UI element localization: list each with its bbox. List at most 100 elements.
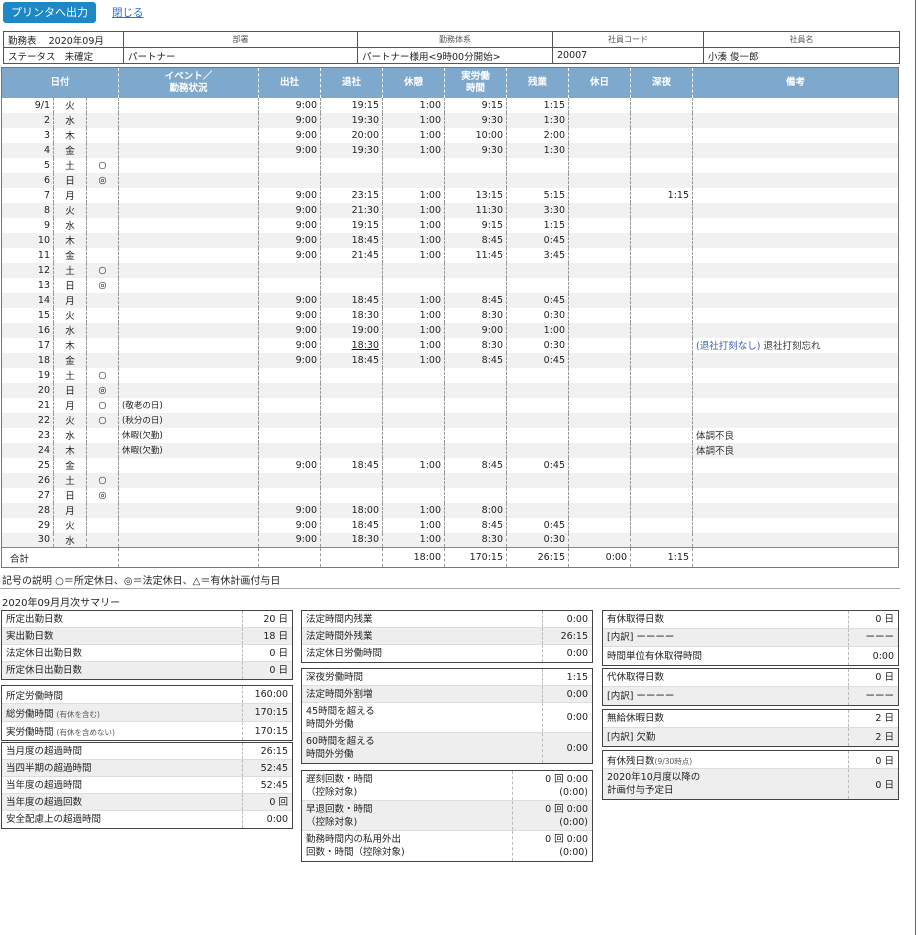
summary-value: 20 日	[242, 611, 292, 627]
cell-ngt	[630, 322, 693, 338]
cell-in: 9:00	[258, 337, 321, 353]
cell-out: 18:00	[320, 502, 383, 518]
summary-row: 代休取得日数 0 日	[603, 669, 898, 687]
summary-value: 0 日	[242, 645, 292, 661]
summary-label: [内訳] ーーーー	[607, 632, 675, 643]
total-ngt: 1:15	[630, 547, 693, 568]
cell-m	[86, 427, 119, 443]
cell-hol	[568, 322, 631, 338]
table-row: 12 土 ○	[1, 262, 899, 278]
col-in: 出社	[258, 67, 321, 98]
summary-row: 法定時間内残業 0:00	[302, 611, 592, 628]
summary-label: [内訳] 欠勤	[607, 731, 656, 743]
cell-note: 体調不良	[692, 442, 899, 458]
cell-out	[320, 412, 383, 428]
cell-e	[118, 277, 259, 293]
table-row: 26 土 ○	[1, 472, 899, 488]
cell-ngt	[630, 502, 693, 518]
cell-work	[444, 262, 507, 278]
cell-hol	[568, 232, 631, 248]
cell-w: 水	[53, 112, 87, 128]
cell-note	[692, 277, 899, 293]
cell-brk: 1:00	[382, 112, 445, 128]
cell-out	[320, 382, 383, 398]
box-excess: 当月度の超過時間 26:15 当四半期の超過時間 52:45 当年度の超過時間 52:45…	[1, 742, 293, 829]
table-row: 21 月 ○ (敬老の日)	[1, 397, 899, 413]
cell-ot: 1:15	[506, 97, 569, 113]
summary-row: 安全配慮上の超過時間 0:00	[2, 811, 292, 828]
emp-name-value: 小湊 俊一郎	[703, 47, 900, 64]
cell-hol	[568, 142, 631, 158]
cell-work: 9:30	[444, 142, 507, 158]
cell-in: 9:00	[258, 112, 321, 128]
cell-brk: 1:00	[382, 127, 445, 143]
cell-brk: 1:00	[382, 292, 445, 308]
cell-e	[118, 127, 259, 143]
cell-brk	[382, 172, 445, 188]
cell-d: 13	[1, 277, 54, 293]
cell-ot: 0:45	[506, 352, 569, 368]
cell-out: 19:30	[320, 142, 383, 158]
cell-work	[444, 412, 507, 428]
cell-ot: 0:45	[506, 292, 569, 308]
cell-e	[118, 292, 259, 308]
cell-ot	[506, 412, 569, 428]
box-comp-leave: 代休取得日数 0 日 [内訳] ーーーー ーーー	[602, 668, 899, 706]
cell-hol	[568, 292, 631, 308]
cell-out	[320, 427, 383, 443]
print-button[interactable]: プリンタへ出力	[3, 1, 96, 23]
cell-note	[692, 157, 899, 173]
close-link[interactable]: 閉じる	[112, 5, 144, 20]
cell-in: 9:00	[258, 322, 321, 338]
cell-d: 24	[1, 442, 54, 458]
cell-ngt	[630, 532, 693, 548]
cell-in	[258, 157, 321, 173]
cell-ot	[506, 472, 569, 488]
cell-work	[444, 487, 507, 503]
summary-value: ーーー	[848, 629, 898, 646]
summary-label: 法定時間外残業	[306, 630, 373, 642]
cell-work: 8:45	[444, 352, 507, 368]
total-label: 合計	[1, 547, 119, 568]
summary-row: 勤務時間内の私用外出 回数・時間（控除対象) 0 回 0:00 (0:00)	[302, 831, 592, 861]
summary-row: 当年度の超過回数 0 回	[2, 794, 292, 811]
table-row: 17 木 9:00 18:30 1:00 8:30 0:30 (退社打刻なし) 退社打刻忘れ	[1, 337, 899, 353]
box-remaining: 有休残日数(9/30時点) 0 日 2020年10月度以降の 計画付与予定日 0 日	[602, 750, 899, 800]
cell-e	[118, 382, 259, 398]
cell-note	[692, 457, 899, 473]
cell-brk	[382, 487, 445, 503]
cell-in: 9:00	[258, 247, 321, 263]
cell-in: 9:00	[258, 202, 321, 218]
total-hol: 0:00	[568, 547, 631, 568]
cell-hol	[568, 187, 631, 203]
cell-e	[118, 247, 259, 263]
total-empty	[320, 547, 383, 568]
cell-out: 19:00	[320, 322, 383, 338]
cell-work	[444, 442, 507, 458]
cell-hol	[568, 457, 631, 473]
cell-hol	[568, 172, 631, 188]
summary-label: 実労働時間 (有休を含めない)	[2, 724, 242, 738]
cell-m: ○	[86, 397, 119, 413]
dept-value: パートナー	[123, 47, 358, 64]
cell-w: 火	[53, 517, 87, 533]
cell-work: 13:15	[444, 187, 507, 203]
cell-brk	[382, 397, 445, 413]
cell-brk	[382, 382, 445, 398]
cell-e	[118, 532, 259, 548]
cell-ngt	[630, 292, 693, 308]
employee-header: 勤務表 2020年09月 部署 勤務体系 社員コード 社員名 ステータス 未確定…	[3, 31, 900, 64]
summary-label: 遅刻回数・時間 （控除対象)	[306, 773, 373, 798]
box-workdays: 所定出勤日数 20 日実出勤日数 18 日法定休日出勤日数 0 日所定休日出勤日数 0 …	[1, 610, 293, 680]
cell-w: 水	[53, 532, 87, 548]
cell-ot	[506, 262, 569, 278]
cell-w: 日	[53, 487, 87, 503]
table-row: 14 月 9:00 18:45 1:00 8:45 0:45	[1, 292, 899, 308]
summary-label: 法定時間内残業	[306, 613, 373, 625]
toolbar: プリンタへ出力 閉じる	[3, 1, 144, 23]
cell-m: ◎	[86, 382, 119, 398]
cell-d: 17	[1, 337, 54, 353]
cell-d: 21	[1, 397, 54, 413]
table-row: 9 水 9:00 19:15 1:00 9:15 1:15	[1, 217, 899, 233]
cell-d: 20	[1, 382, 54, 398]
